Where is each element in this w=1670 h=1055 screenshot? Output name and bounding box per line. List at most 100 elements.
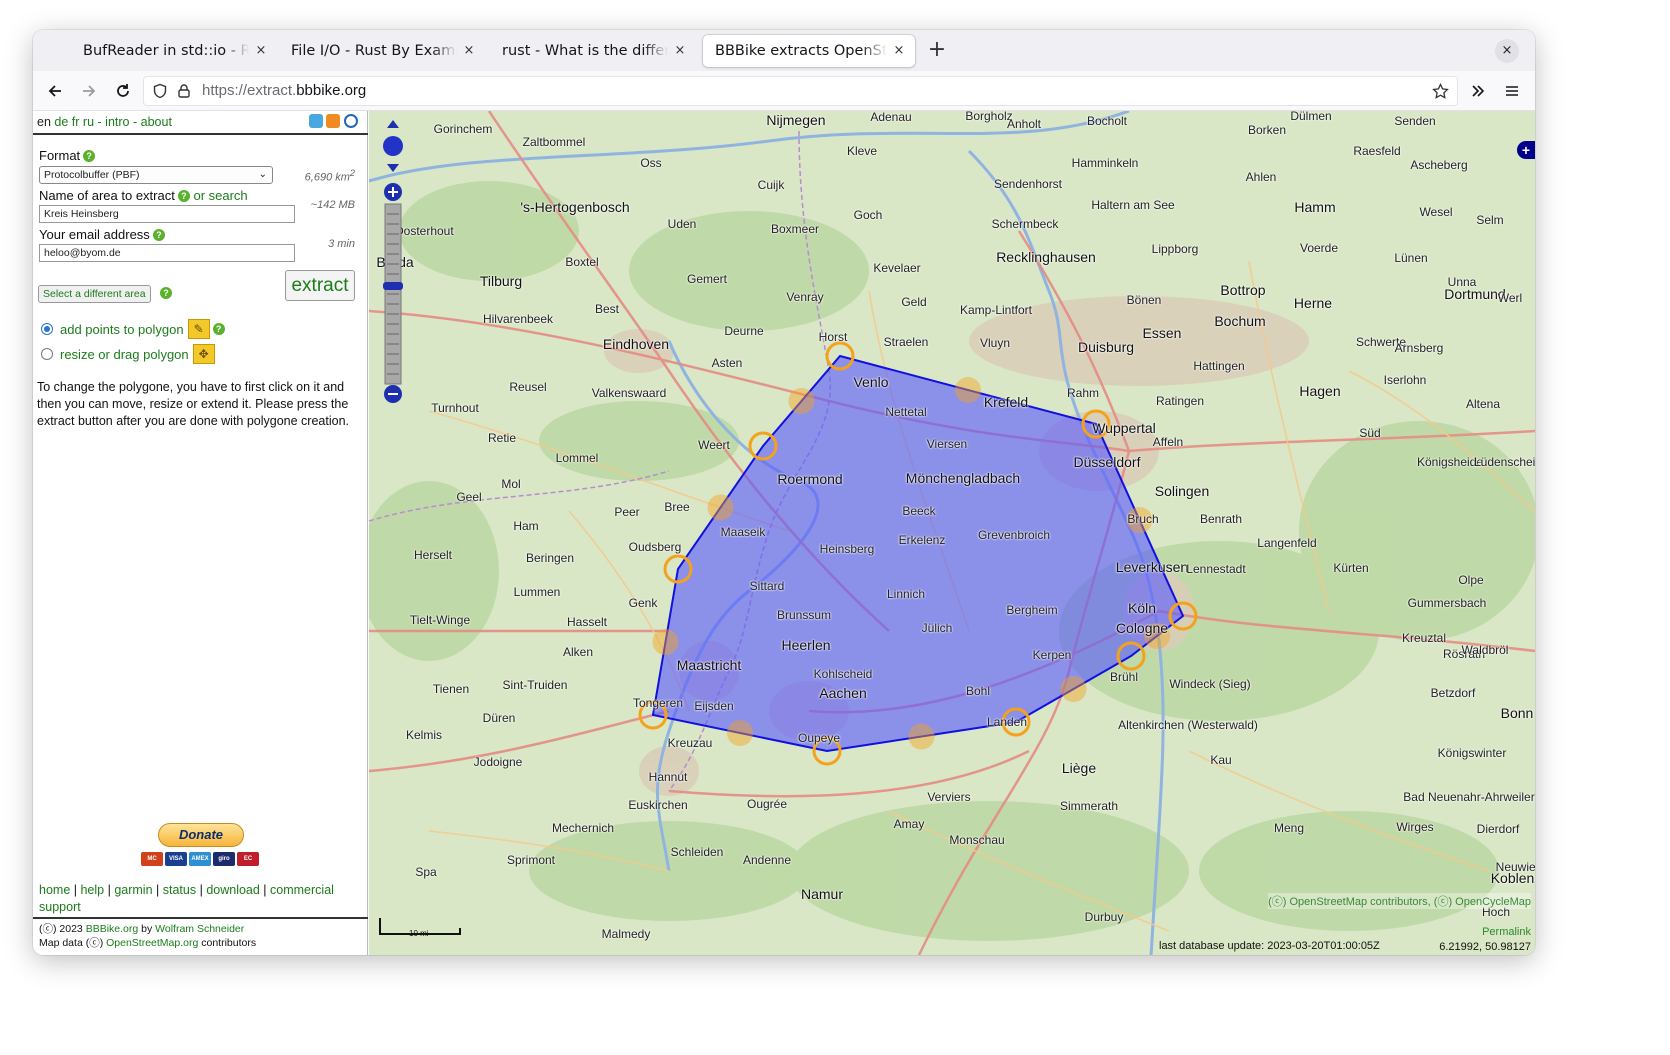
about-link[interactable]: about — [141, 115, 172, 129]
separator: - — [97, 115, 102, 129]
map-city-label: Lennestadt — [1186, 562, 1246, 576]
footer-link-status[interactable]: status — [163, 883, 196, 897]
mastercard-icon: MC — [141, 852, 163, 866]
tab-close-icon[interactable]: × — [891, 43, 907, 59]
forward-button[interactable] — [77, 79, 101, 103]
back-button[interactable] — [43, 79, 67, 103]
map-city-label: Hasselt — [566, 615, 608, 629]
url-text[interactable]: https://extract.bbbike.org — [202, 82, 366, 99]
move-tool-icon[interactable]: ✥ — [192, 344, 215, 364]
pan-up-icon[interactable] — [387, 120, 399, 128]
rss-icon[interactable] — [326, 114, 340, 128]
zoom-slider-handle[interactable] — [383, 282, 403, 290]
shield-icon[interactable] — [152, 83, 168, 99]
lang-link-fr[interactable]: fr — [72, 115, 80, 129]
zoom-control[interactable] — [383, 118, 403, 403]
copyright-notice: (ⓒ) 2023 BBBike.org by Wolfram Schneider… — [39, 922, 256, 950]
mode-add-points[interactable]: add points to polygon ✎ ? — [41, 319, 225, 339]
map-city-label: Windeck (Sieg) — [1169, 677, 1251, 691]
lock-icon[interactable] — [176, 83, 192, 99]
tab-rust-difference[interactable]: rust - What is the difference × — [490, 35, 696, 67]
polygon-midpoint-handle[interactable] — [1060, 676, 1087, 702]
layer-switcher-button[interactable]: + — [1517, 141, 1535, 159]
tab-file-io[interactable]: File I/O - Rust By Example × — [279, 35, 485, 67]
intro-link[interactable]: intro — [105, 115, 129, 129]
map-city-label: Mol — [501, 477, 521, 491]
map-view[interactable]: Nijmegen Kleve Gorinchem Zaltbommel Oss Cuijk… — [369, 111, 1535, 955]
lang-link-ru[interactable]: ru — [83, 115, 94, 129]
polygon-midpoint-handle[interactable] — [908, 723, 935, 750]
tab-bbbike-active[interactable]: BBBike extracts OpenStreetMap × — [703, 35, 915, 67]
map-city-label: Horst — [818, 330, 848, 344]
tab-close-icon[interactable]: × — [461, 43, 477, 59]
url-bar[interactable]: https://extract.bbbike.org — [143, 76, 1458, 106]
polygon-midpoint-handle[interactable] — [727, 720, 753, 746]
ocm-attribution-link[interactable]: (ⓒ) OpenCycleMap — [1434, 896, 1531, 908]
reload-button[interactable] — [111, 79, 135, 103]
polygon-midpoint-handle[interactable] — [707, 494, 734, 521]
select-different-area-button[interactable]: Select a different area — [38, 285, 151, 303]
email-input[interactable]: heloo@byom.de — [39, 244, 295, 262]
hamburger-menu-icon — [1506, 86, 1518, 96]
bookmark-star-icon[interactable] — [1432, 83, 1449, 100]
map-city-label: Landen — [986, 715, 1028, 729]
permalink[interactable]: Permalink — [1482, 926, 1531, 938]
lang-current: en — [37, 115, 51, 129]
donate-button[interactable]: Donate — [158, 823, 244, 847]
map-city-label: Werl — [1497, 291, 1523, 305]
area-size-stat: 6,690 km2 — [305, 168, 355, 184]
tab-close-icon[interactable]: × — [253, 43, 269, 59]
polygon-midpoint-handle[interactable] — [955, 377, 981, 403]
twitter-icon[interactable] — [309, 114, 323, 128]
map-city-label: Bottrop — [1220, 282, 1266, 298]
mode-add-points-label[interactable]: add points to polygon — [60, 322, 184, 337]
add-point-tool-icon[interactable]: ✎ — [187, 319, 210, 339]
overflow-chevron-button[interactable] — [1466, 79, 1490, 103]
window-close-icon[interactable]: × — [1495, 39, 1519, 63]
mode-resize-drag-label[interactable]: resize or drag polygon — [60, 347, 189, 362]
format-select[interactable]: Protocolbuffer (PBF) ⌄ — [39, 166, 273, 184]
help-icon[interactable]: ? — [160, 287, 172, 299]
map-city-label: Arnsberg — [1394, 341, 1444, 355]
help-icon[interactable]: ? — [212, 323, 225, 335]
map-city-label: Raesfeld — [1353, 144, 1401, 158]
locate-icon[interactable] — [344, 114, 358, 128]
area-name-label: Name of area to extract? or search — [39, 188, 248, 203]
area-name-input[interactable]: Kreis Heinsberg — [39, 205, 295, 223]
polygon-midpoint-handle[interactable] — [652, 629, 679, 655]
tab-title: BBBike extracts OpenStreetMap — [715, 43, 887, 59]
radio-selected[interactable] — [41, 323, 53, 335]
osm-attribution-link[interactable]: (ⓒ) OpenStreetMap contributors — [1268, 896, 1428, 908]
polygon-midpoint-handle[interactable] — [788, 388, 815, 414]
menu-button[interactable] — [1500, 79, 1524, 103]
area-size-value: 6,690 km — [304, 171, 350, 184]
osm-link[interactable]: OpenStreetMap.org — [106, 937, 198, 949]
footer-link-garmin[interactable]: garmin — [114, 883, 152, 897]
search-link[interactable]: or search — [193, 188, 247, 203]
lang-link-de[interactable]: de — [54, 115, 68, 129]
footer-link-home[interactable]: home — [39, 883, 70, 897]
map-city-label: Bree — [664, 500, 690, 514]
tab-bufreader[interactable]: BufReader in std::io - Rust × — [71, 35, 277, 67]
new-tab-button[interactable]: + — [925, 39, 949, 63]
map-city-label: Kleve — [846, 144, 878, 158]
map-city-label: Eindhoven — [602, 336, 670, 352]
pan-down-icon[interactable] — [387, 164, 399, 172]
format-select-value: Protocolbuffer (PBF) — [44, 169, 140, 181]
map-city-label: Borken — [1247, 123, 1287, 137]
footer-link-help[interactable]: help — [80, 883, 104, 897]
help-icon[interactable]: ? — [83, 150, 96, 162]
map-city-label: Süd — [1359, 426, 1381, 440]
author-link[interactable]: Wolfram Schneider — [155, 923, 244, 935]
mode-resize-drag[interactable]: resize or drag polygon ✥ — [41, 344, 215, 364]
help-icon[interactable]: ? — [177, 190, 190, 202]
footer-link-download[interactable]: download — [206, 883, 260, 897]
bbbike-link[interactable]: BBBike.org — [86, 923, 139, 935]
help-icon[interactable]: ? — [152, 229, 165, 241]
extract-button[interactable]: extract — [285, 270, 355, 301]
radio-unselected[interactable] — [41, 348, 53, 360]
map-city-label: Malmedy — [601, 927, 651, 941]
extract-polygon-layer[interactable] — [369, 111, 1535, 955]
map-city-label: Retie — [487, 431, 517, 445]
tab-close-icon[interactable]: × — [672, 43, 688, 59]
